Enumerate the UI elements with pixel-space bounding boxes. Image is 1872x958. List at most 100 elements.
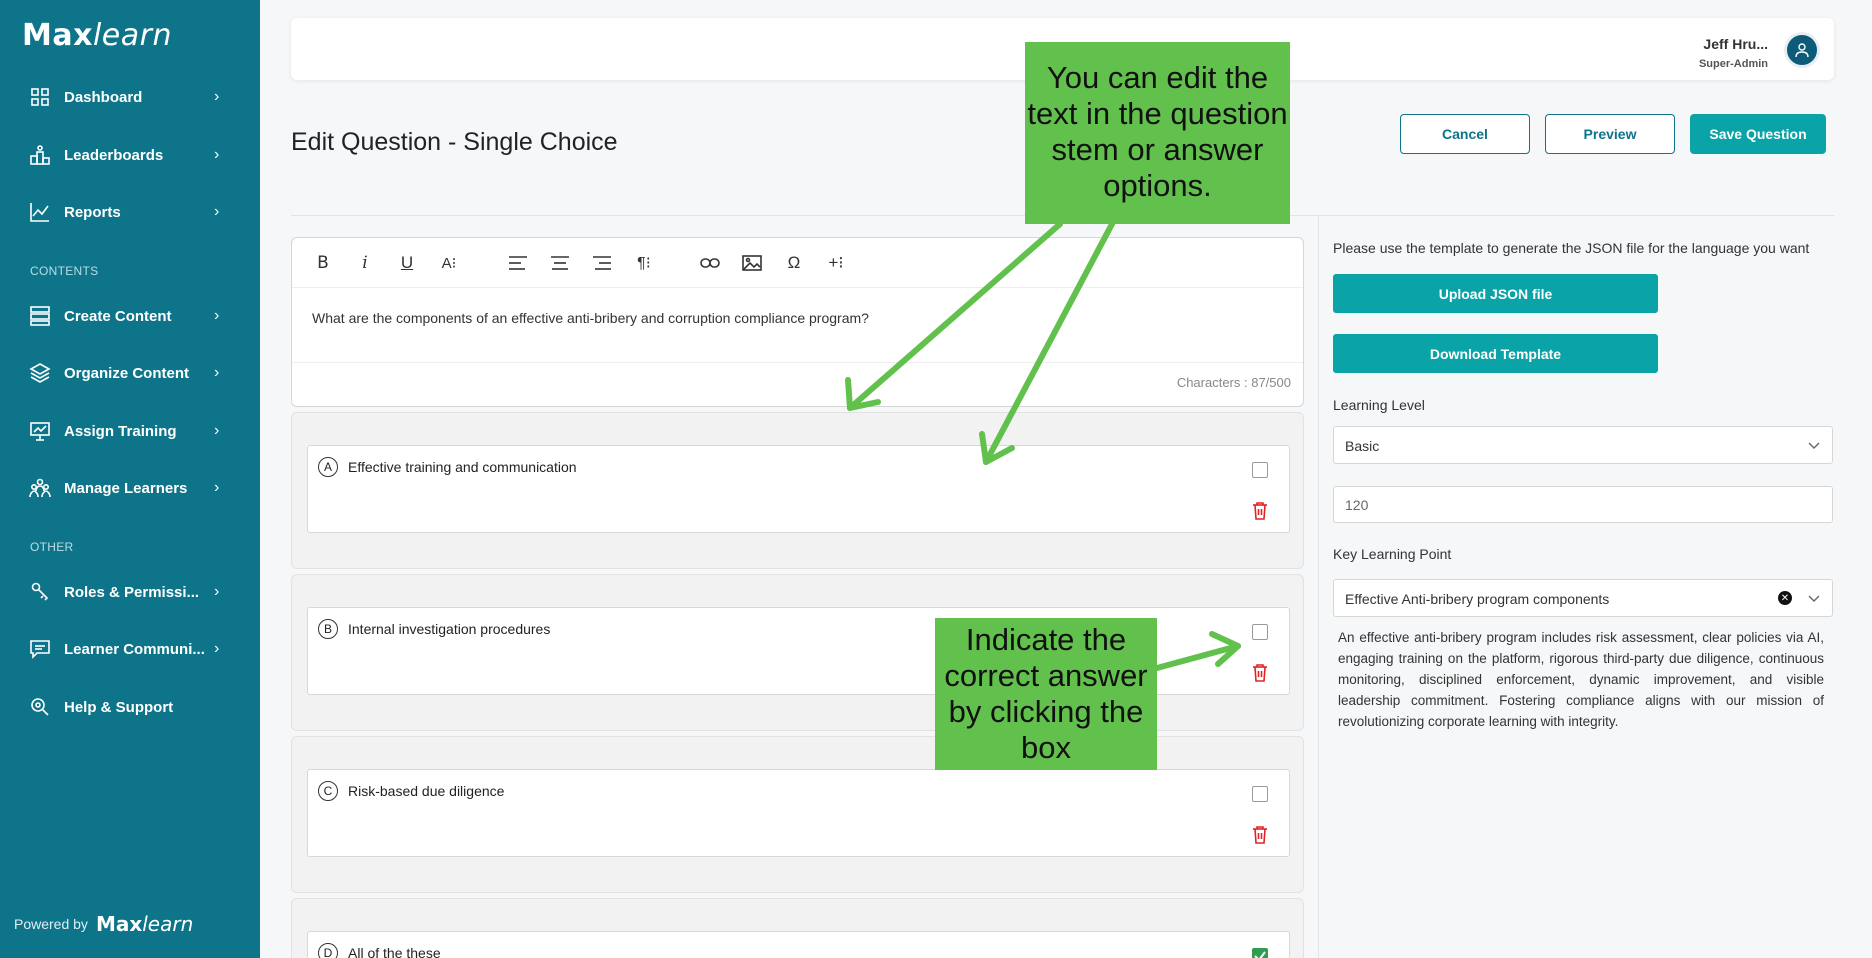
option-d[interactable]: D All of the these (307, 931, 1290, 958)
sidebar-item-leaderboards[interactable]: Leaderboards › (0, 133, 260, 177)
option-a[interactable]: A Effective training and communication (307, 445, 1290, 533)
option-letter: C (318, 781, 338, 801)
preview-button[interactable]: Preview (1545, 114, 1675, 154)
sidebar-item-label: Learner Communi... (64, 640, 205, 658)
font-size-button[interactable]: A⁝ (436, 251, 462, 275)
option-letter: B (318, 619, 338, 639)
chevron-right-icon: › (214, 307, 220, 324)
save-question-button[interactable]: Save Question (1690, 114, 1826, 154)
learning-level-value: Basic (1345, 438, 1380, 454)
special-character-button[interactable]: Ω (781, 251, 807, 275)
chevron-down-icon (1808, 595, 1820, 602)
insert-more-button[interactable]: +⁝ (823, 251, 849, 275)
chevron-down-icon (1808, 442, 1820, 449)
option-text[interactable]: Risk-based due diligence (348, 783, 504, 799)
time-input[interactable]: 120 (1333, 486, 1833, 523)
maxlearn-logo[interactable]: Maxlearn (22, 18, 172, 53)
sidebar-item-dashboard[interactable]: Dashboard › (0, 75, 260, 119)
sidebar-item-roles-permissions[interactable]: Roles & Permissi... › (0, 570, 260, 614)
underline-button[interactable]: U (394, 251, 420, 275)
trash-icon[interactable] (1252, 502, 1268, 520)
option-text[interactable]: Internal investigation procedures (348, 621, 550, 637)
editor-toolbar: B i U A⁝ ¶⁝ Ω +⁝ (292, 238, 1303, 288)
question-stem-text[interactable]: What are the components of an effective … (312, 310, 869, 326)
logo-bold-part: Max (22, 18, 93, 53)
correct-answer-checkbox[interactable] (1252, 786, 1268, 802)
sidebar-item-create-content[interactable]: Create Content › (0, 294, 260, 338)
clear-icon[interactable]: ✕ (1778, 591, 1792, 605)
key-hand-icon (28, 580, 52, 604)
key-learning-point-select[interactable]: Effective Anti-bribery program component… (1333, 579, 1833, 617)
sidebar-item-label: Organize Content (64, 364, 190, 382)
correct-answer-checkbox-checked[interactable] (1252, 948, 1268, 958)
paragraph-button[interactable]: ¶⁝ (631, 251, 657, 275)
sidebar-item-assign-training[interactable]: Assign Training › (0, 409, 260, 453)
key-learning-point-value: Effective Anti-bribery program component… (1345, 591, 1610, 607)
sidebar-item-label: Roles & Permissi... (64, 583, 200, 601)
sidebar-item-reports[interactable]: Reports › (0, 190, 260, 234)
key-learning-point-label: Key Learning Point (1333, 546, 1452, 562)
layers-stack-icon (28, 304, 52, 328)
chevron-right-icon: › (214, 364, 220, 381)
option-text[interactable]: Effective training and communication (348, 459, 577, 475)
people-group-icon (28, 476, 52, 500)
link-icon[interactable] (697, 251, 723, 275)
correct-answer-checkbox[interactable] (1252, 624, 1268, 640)
chevron-right-icon: › (214, 88, 220, 105)
learning-level-select[interactable]: Basic (1333, 426, 1833, 464)
align-left-icon[interactable] (505, 251, 531, 275)
option-text[interactable]: All of the these (348, 945, 441, 958)
option-letter: D (318, 943, 338, 958)
option-card-d: D All of the these (291, 898, 1304, 958)
cancel-button[interactable]: Cancel (1400, 114, 1530, 154)
chevron-right-icon: › (214, 583, 220, 600)
chart-line-icon (28, 200, 52, 224)
chevron-right-icon: › (214, 203, 220, 220)
user-name[interactable]: Jeff Hru... (1703, 36, 1768, 52)
chevron-right-icon: › (214, 640, 220, 657)
align-center-icon[interactable] (547, 251, 573, 275)
sidebar-item-organize-content[interactable]: Organize Content › (0, 351, 260, 395)
callout-edit-text: You can edit the text in the question st… (1025, 42, 1290, 224)
mini-logo-bold: Max (95, 912, 143, 936)
sidebar-item-label: Assign Training (64, 422, 177, 440)
editor-separator (292, 362, 1303, 363)
mini-logo-thin: learn (142, 912, 194, 936)
upload-json-button[interactable]: Upload JSON file (1333, 274, 1658, 313)
dashboard-grid-icon (28, 85, 52, 109)
sidebar-item-help-support[interactable]: Help & Support (0, 685, 260, 729)
trash-icon[interactable] (1252, 826, 1268, 844)
chevron-right-icon: › (214, 146, 220, 163)
user-role: Super-Admin (1698, 58, 1768, 70)
chat-icon (28, 637, 52, 661)
maxlearn-mini-logo: Maxlearn (96, 912, 193, 936)
chevron-right-icon: › (214, 422, 220, 439)
powered-by-label: Powered by (14, 916, 88, 932)
trash-icon[interactable] (1252, 664, 1268, 682)
sidebar-item-label: Create Content (64, 307, 172, 325)
question-stem-editor: B i U A⁝ ¶⁝ Ω +⁝ What are the components… (291, 237, 1304, 407)
learning-level-label: Learning Level (1333, 397, 1425, 413)
align-right-icon[interactable] (589, 251, 615, 275)
image-icon[interactable] (739, 251, 765, 275)
sidebar-item-label: Dashboard (64, 88, 143, 106)
podium-icon (28, 143, 52, 167)
section-label-contents: CONTENTS (30, 264, 99, 278)
sidebar-item-learner-community[interactable]: Learner Communi... › (0, 627, 260, 671)
correct-answer-checkbox[interactable] (1252, 462, 1268, 478)
avatar[interactable] (1784, 32, 1820, 68)
sidebar-item-label: Help & Support (64, 698, 174, 716)
page-title: Edit Question - Single Choice (291, 128, 618, 156)
sidebar-item-label: Manage Learners (64, 479, 188, 497)
sidebar-item-label: Reports (64, 203, 121, 221)
bold-button[interactable]: B (310, 251, 336, 275)
option-c[interactable]: C Risk-based due diligence (307, 769, 1290, 857)
user-icon (1795, 43, 1809, 58)
chevron-right-icon: › (214, 479, 220, 496)
json-template-note: Please use the template to generate the … (1333, 240, 1810, 256)
character-count: Characters : 87/500 (1176, 375, 1291, 390)
powered-by: Powered by Maxlearn (14, 912, 193, 936)
sidebar-item-manage-learners[interactable]: Manage Learners › (0, 466, 260, 510)
italic-button[interactable]: i (352, 251, 378, 275)
download-template-button[interactable]: Download Template (1333, 334, 1658, 373)
